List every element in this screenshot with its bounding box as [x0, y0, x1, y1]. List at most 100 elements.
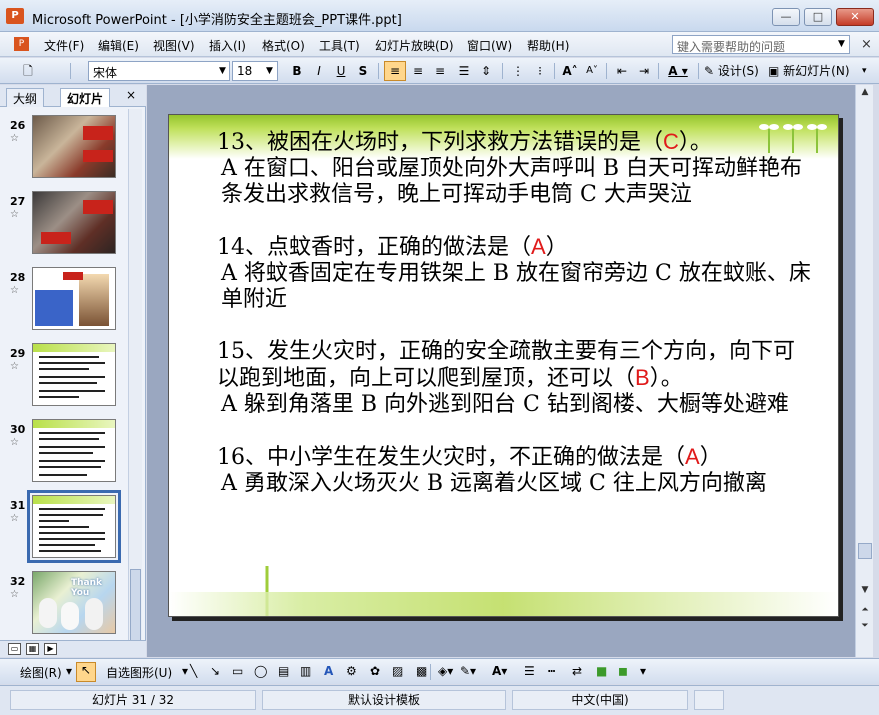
picture-insert-icon[interactable]: ▩: [416, 664, 427, 678]
slide-text-box[interactable]: 13、被困在火场时，下列求救方法错误的是（C）。 A 在窗口、阳台或屋顶处向外大…: [217, 129, 811, 523]
slide-thumbnail-29[interactable]: [32, 343, 116, 406]
bold-button[interactable]: B: [288, 61, 306, 81]
slides-pane-scrollbar[interactable]: [128, 109, 142, 657]
menu-slideshow[interactable]: 幻灯片放映(D): [375, 37, 454, 54]
scroll-down-icon[interactable]: ▼: [858, 585, 872, 595]
menu-insert[interactable]: 插入(I): [209, 37, 246, 54]
arrow-icon[interactable]: ↘: [210, 664, 220, 678]
toolbar-options-icon[interactable]: ▾: [640, 664, 646, 678]
chevron-down-icon[interactable]: ▾: [66, 664, 72, 678]
minimize-button[interactable]: —: [772, 8, 800, 26]
toolbar-separator: [502, 63, 503, 79]
new-slide-button[interactable]: ▣ 新幻灯片(N): [768, 61, 860, 81]
font-color-icon[interactable]: A▾: [492, 664, 507, 678]
scrollbar-thumb[interactable]: [130, 569, 141, 649]
line-style-icon[interactable]: ☰: [524, 664, 535, 678]
slide-thumbnail-26[interactable]: [32, 115, 116, 178]
italic-button[interactable]: I: [310, 61, 328, 81]
chevron-down-icon[interactable]: ▼: [838, 39, 845, 49]
diagram-icon[interactable]: ⚙: [346, 664, 357, 678]
bullets-icon[interactable]: ⁝: [530, 61, 550, 81]
align-center-icon[interactable]: ≡: [408, 61, 428, 81]
tab-outline[interactable]: 大纲: [6, 88, 45, 107]
maximize-button[interactable]: □: [804, 8, 832, 26]
menu-view[interactable]: 视图(V): [153, 37, 195, 54]
thumbnail-label: [83, 126, 113, 140]
slide-thumbnail-31[interactable]: [27, 490, 121, 563]
chevron-down-icon[interactable]: ▾: [182, 664, 188, 678]
dash-style-icon[interactable]: ┅: [548, 664, 555, 678]
slide-sorter-icon[interactable]: ▦: [26, 643, 39, 655]
slideshow-icon[interactable]: ▶: [44, 643, 57, 655]
fill-color-icon[interactable]: ◈▾: [438, 664, 453, 678]
distribute-icon[interactable]: ⇕: [476, 61, 496, 81]
menu-edit[interactable]: 编辑(E): [98, 37, 139, 54]
increase-font-icon[interactable]: A˄: [560, 61, 580, 81]
current-slide[interactable]: 13、被困在火场时，下列求救方法错误的是（C）。 A 在窗口、阳台或屋顶处向外大…: [168, 114, 839, 617]
question-text-end: ）: [699, 445, 722, 470]
line-icon[interactable]: ╲: [190, 664, 197, 678]
scroll-up-icon[interactable]: ▲: [858, 87, 872, 97]
normal-view-icon[interactable]: ▭: [8, 643, 21, 655]
thumbnail-band: [33, 344, 115, 352]
document-close-button[interactable]: ×: [861, 37, 872, 52]
next-slide-icon[interactable]: ⏷: [858, 621, 872, 631]
numbering-icon[interactable]: ⋮: [508, 61, 528, 81]
oval-icon[interactable]: ◯: [254, 664, 267, 678]
menu-format[interactable]: 格式(O): [262, 37, 305, 54]
autoshapes-button[interactable]: 自选图形(U): [106, 664, 172, 681]
draw-menu-button[interactable]: 绘图(R): [20, 664, 62, 681]
document-icon[interactable]: P: [14, 37, 29, 51]
close-icon[interactable]: ×: [126, 88, 136, 102]
menu-window[interactable]: 窗口(W): [467, 37, 512, 54]
font-name-select[interactable]: 宋体: [88, 61, 230, 81]
thumbnail-label: [83, 150, 113, 162]
thumbnail-text-line: [39, 466, 101, 468]
menu-tools[interactable]: 工具(T): [319, 37, 360, 54]
3d-style-icon[interactable]: ◼: [618, 664, 628, 678]
increase-indent-icon[interactable]: ⇥: [634, 61, 654, 81]
tab-slides[interactable]: 幻灯片: [60, 88, 111, 107]
chevron-down-icon[interactable]: ▼: [266, 66, 273, 76]
thumbnail-text-line: [39, 538, 105, 540]
font-color-icon[interactable]: A ▾: [664, 61, 692, 81]
wordart-icon[interactable]: A: [324, 664, 333, 678]
decrease-indent-icon[interactable]: ⇤: [612, 61, 632, 81]
align-left-icon[interactable]: ≡: [384, 61, 406, 81]
line-color-icon[interactable]: ✎▾: [460, 664, 476, 678]
chevron-down-icon[interactable]: ▼: [219, 66, 226, 76]
shadow-button[interactable]: S: [354, 61, 372, 81]
language-indicator: 中文(中国): [512, 690, 688, 710]
thumbnail-text-line: [39, 376, 105, 378]
toolbar-options-icon[interactable]: ▾: [862, 66, 867, 76]
select-pointer-icon[interactable]: ↖: [76, 662, 96, 682]
shadow-style-icon[interactable]: ■: [596, 664, 607, 678]
slide-number: 28: [10, 271, 26, 284]
help-search-input[interactable]: 键入需要帮助的问题: [672, 35, 850, 54]
design-button[interactable]: ✎ 设计(S): [704, 61, 764, 81]
new-document-icon[interactable]: 🗋: [18, 61, 38, 81]
menu-help[interactable]: 帮助(H): [527, 37, 569, 54]
underline-button[interactable]: U: [332, 61, 350, 81]
close-button[interactable]: ✕: [836, 8, 874, 26]
decrease-font-icon[interactable]: A˅: [582, 61, 602, 81]
slide-thumbnail-27[interactable]: [32, 191, 116, 254]
rectangle-icon[interactable]: ▭: [232, 664, 243, 678]
picture-icon[interactable]: ▨: [392, 664, 403, 678]
slide-number: 30: [10, 423, 26, 436]
scrollbar-thumb[interactable]: [858, 543, 872, 559]
vertical-textbox-icon[interactable]: ▥: [300, 664, 311, 678]
menu-file[interactable]: 文件(F): [44, 37, 84, 54]
arrow-style-icon[interactable]: ⇄: [572, 664, 582, 678]
slide-thumbnail-30[interactable]: [32, 419, 116, 482]
slide-thumbnail-28[interactable]: [32, 267, 116, 330]
powerpoint-icon[interactable]: P: [6, 8, 24, 24]
justify-icon[interactable]: ☰: [454, 61, 474, 81]
slide-thumbnail-32[interactable]: Thank You: [32, 571, 116, 634]
textbox-icon[interactable]: ▤: [278, 664, 289, 678]
align-right-icon[interactable]: ≡: [430, 61, 450, 81]
slide-scrollbar[interactable]: ▲ ▼ ⏶ ⏷: [855, 85, 873, 657]
thumbnail-text-line: [39, 508, 105, 510]
previous-slide-icon[interactable]: ⏶: [858, 605, 872, 615]
clipart-icon[interactable]: ✿: [370, 664, 380, 678]
